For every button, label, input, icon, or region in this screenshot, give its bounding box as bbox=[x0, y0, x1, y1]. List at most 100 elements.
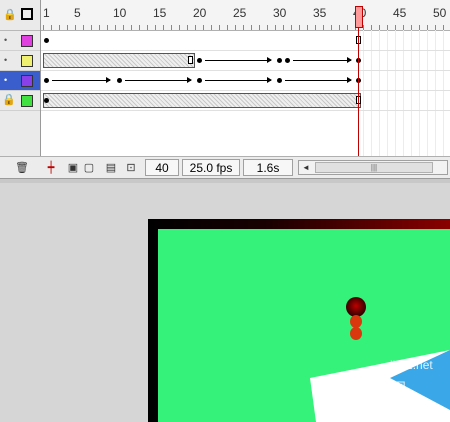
ruler-tick bbox=[83, 25, 84, 30]
ruler-tick bbox=[195, 25, 196, 30]
current-frame-field[interactable]: 40 bbox=[145, 159, 179, 176]
timeline-scrollbar[interactable]: ◄ ||| bbox=[298, 160, 448, 175]
outline-square-icon bbox=[21, 8, 33, 20]
layer-row-2[interactable]: • bbox=[0, 51, 40, 71]
modify-onion-markers-icon[interactable]: ⊡ bbox=[124, 161, 138, 175]
ruler-label: 20 bbox=[193, 6, 207, 20]
ruler-label: 45 bbox=[393, 6, 407, 20]
ruler-tick bbox=[75, 25, 76, 30]
playhead-line bbox=[358, 28, 359, 156]
layer-header: 🔒 bbox=[0, 0, 40, 31]
playhead-handle[interactable] bbox=[355, 6, 363, 28]
ruler-tick bbox=[211, 25, 212, 30]
ruler-tick bbox=[179, 25, 180, 30]
tween-arrow bbox=[205, 77, 272, 83]
ruler-tick bbox=[91, 25, 92, 30]
frame-row-1[interactable] bbox=[41, 31, 450, 51]
ruler-tick bbox=[323, 25, 324, 30]
ruler-tick bbox=[171, 25, 172, 30]
ball-red[interactable] bbox=[350, 327, 362, 340]
ruler-tick bbox=[275, 25, 276, 30]
keyframe-dot[interactable] bbox=[197, 78, 202, 83]
trash-icon[interactable]: 🗑 bbox=[15, 161, 29, 175]
ruler-label: 5 bbox=[74, 6, 81, 20]
ruler-tick bbox=[203, 25, 204, 30]
watermark-text: 查字典 教程网 bbox=[318, 380, 406, 396]
layer-color-swatch[interactable] bbox=[21, 75, 33, 87]
panel-divider[interactable] bbox=[0, 178, 450, 183]
frame-span[interactable] bbox=[43, 53, 195, 68]
ruler-tick bbox=[123, 25, 124, 30]
ruler-tick bbox=[267, 25, 268, 30]
ruler-label: 15 bbox=[153, 6, 167, 20]
tween-arrow bbox=[52, 77, 111, 83]
keyframe-dot[interactable] bbox=[277, 78, 282, 83]
ruler-tick bbox=[259, 25, 260, 30]
ruler-tick bbox=[315, 25, 316, 30]
keyframe-dot[interactable] bbox=[44, 38, 49, 43]
onion-skin-icon[interactable]: ▣ bbox=[66, 161, 80, 175]
tween-arrow bbox=[293, 57, 352, 63]
layer-panel: 🔒 • • • 🔒 bbox=[0, 0, 41, 156]
ruler-tick bbox=[347, 25, 348, 30]
scroll-left-icon[interactable]: ◄ bbox=[301, 162, 311, 173]
ruler-tick bbox=[131, 25, 132, 30]
elapsed-time-field: 1.6s bbox=[243, 159, 293, 176]
frame-row-4[interactable] bbox=[41, 91, 450, 111]
keyframe-dot[interactable] bbox=[197, 58, 202, 63]
ruler-tick bbox=[99, 25, 100, 30]
ball-dark[interactable] bbox=[346, 297, 366, 317]
layer-color-swatch[interactable] bbox=[21, 55, 33, 67]
keyframe-dot[interactable] bbox=[44, 98, 49, 103]
lock-icon[interactable]: 🔒 bbox=[2, 94, 16, 106]
ruler-label: 35 bbox=[313, 6, 327, 20]
ruler-tick bbox=[147, 25, 148, 30]
edit-multiple-frames-icon[interactable]: ▤ bbox=[104, 161, 118, 175]
frame-row-3[interactable] bbox=[41, 71, 450, 91]
ruler-tick bbox=[243, 25, 244, 30]
layer-row-1[interactable]: • bbox=[0, 31, 40, 51]
tween-arrow bbox=[285, 77, 352, 83]
lock-all-icon[interactable]: 🔒 bbox=[3, 8, 17, 22]
ruler-tick bbox=[115, 25, 116, 30]
ruler-tick bbox=[155, 25, 156, 30]
scroll-thumb[interactable]: ||| bbox=[315, 162, 433, 173]
ruler-tick bbox=[67, 25, 68, 30]
onion-skin-outline-icon[interactable]: ▢ bbox=[82, 161, 96, 175]
ruler-tick bbox=[299, 25, 300, 30]
ruler-tick bbox=[107, 25, 108, 30]
ruler-label: 30 bbox=[273, 6, 287, 20]
keyframe-empty[interactable] bbox=[188, 56, 193, 64]
keyframe-dot[interactable] bbox=[44, 78, 49, 83]
ruler-label: 50 bbox=[433, 6, 447, 20]
keyframe-dot[interactable] bbox=[285, 58, 290, 63]
center-frame-icon[interactable]: ┿ bbox=[44, 161, 58, 175]
ruler-tick bbox=[331, 25, 332, 30]
ruler-tick bbox=[291, 25, 292, 30]
ruler-tick bbox=[251, 25, 252, 30]
keyframe-dot[interactable] bbox=[277, 58, 282, 63]
keyframe-dot[interactable] bbox=[117, 78, 122, 83]
tween-arrow bbox=[205, 57, 272, 63]
visibility-dot-icon[interactable]: • bbox=[4, 76, 10, 85]
watermark-url: jiaocheng.chazidian.com bbox=[324, 408, 412, 417]
ruler-tick bbox=[235, 25, 236, 30]
ruler-label: 10 bbox=[113, 6, 127, 20]
ruler-tick bbox=[307, 25, 308, 30]
frame-ruler[interactable]: 1 5 10 15 20 25 30 35 40 45 50 bbox=[41, 0, 450, 31]
layer-color-swatch[interactable] bbox=[21, 35, 33, 47]
ruler-tick bbox=[163, 25, 164, 30]
outline-all-icon[interactable] bbox=[20, 8, 34, 22]
ruler-tick bbox=[59, 25, 60, 30]
visibility-dot-icon[interactable]: • bbox=[4, 36, 10, 45]
layer-row-3[interactable]: • bbox=[0, 71, 40, 91]
layer-row-4[interactable]: 🔒 bbox=[0, 91, 40, 111]
frame-rate-field[interactable]: 25.0 fps bbox=[182, 159, 240, 176]
frame-grid[interactable]: 1 5 10 15 20 25 30 35 40 45 50 bbox=[41, 0, 450, 156]
visibility-dot-icon[interactable]: • bbox=[4, 56, 10, 65]
layer-color-swatch[interactable] bbox=[21, 95, 33, 107]
frame-span[interactable] bbox=[43, 93, 361, 108]
ruler-tick bbox=[187, 25, 188, 30]
ruler-tick bbox=[139, 25, 140, 30]
frame-row-2[interactable] bbox=[41, 51, 450, 71]
